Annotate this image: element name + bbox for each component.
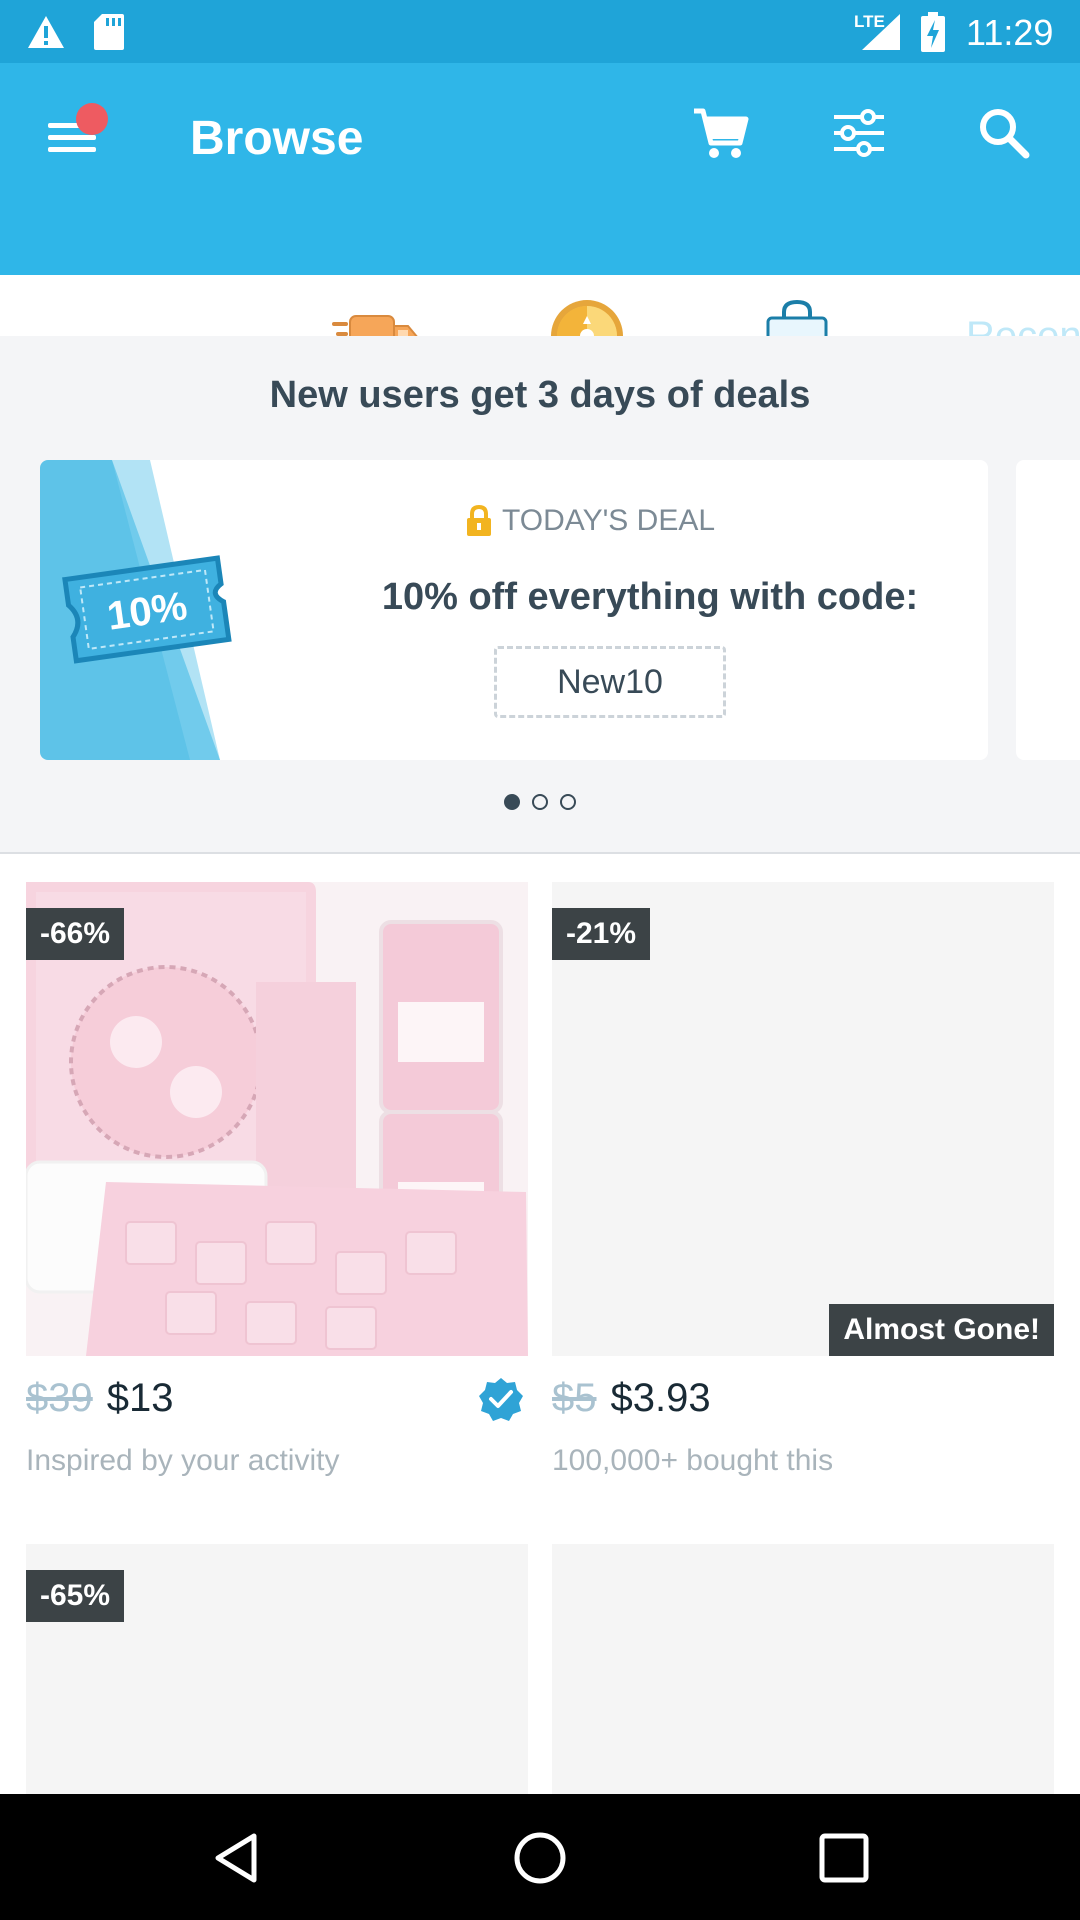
product-card[interactable] [552,1544,1054,1794]
original-price: $39 [26,1376,93,1420]
cart-button[interactable] [690,103,750,163]
search-icon [980,109,1030,159]
deals-heading: New users get 3 days of deals [269,374,811,416]
app-bar: Browse Popular [0,63,1080,399]
product-image[interactable]: -65% [26,1544,528,1794]
sale-price: $13 [106,1376,174,1420]
search-button[interactable] [974,103,1034,163]
back-icon[interactable] [208,1830,264,1886]
carousel-dot [532,794,548,810]
discount-badge: -66% [26,908,125,960]
cart-icon [694,108,749,158]
warning-icon [28,16,64,48]
recent-apps-icon[interactable] [816,1830,872,1886]
verified-check-icon [479,1378,523,1421]
next-deal-card-peek[interactable] [1016,460,1080,760]
product-image[interactable]: -66% [26,882,528,1356]
lock-icon [467,505,491,536]
deal-tag-label: TODAY'S DEAL [502,504,716,537]
network-type-label: LTE [854,12,885,31]
product-card[interactable]: -65% [26,1544,528,1794]
notification-dot [76,103,108,135]
deals-section: New users get 3 days of deals 10% TODAY'… [0,336,1080,854]
product-subtitle: Inspired by your activity [26,1444,340,1477]
carousel-dot [560,794,576,810]
deal-tag: TODAY'S DEAL [466,504,715,538]
home-icon[interactable] [512,1830,568,1886]
deal-description: 10% off everything with code: [381,576,919,618]
product-image[interactable] [552,1544,1054,1794]
price-row: $39 $13 [26,1376,174,1421]
discount-badge: -21% [552,908,651,960]
carousel-dot [504,794,520,810]
page-title: Browse [190,112,364,165]
system-nav-bar [0,1794,1080,1920]
clock: 11:29 [966,12,1054,53]
price-row: $5 $3.93 [552,1376,711,1421]
carousel-indicator [504,794,576,810]
battery-charging-icon [921,12,945,52]
sd-card-icon [94,14,124,50]
deal-card[interactable]: 10% TODAY'S DEAL 10% off everything with… [40,460,988,760]
promo-code[interactable]: New10 [494,646,726,718]
coupon-ticket-icon: 10% [40,460,232,760]
almost-gone-badge: Almost Gone! [829,1304,1054,1356]
filter-button[interactable] [830,103,890,163]
product-card[interactable]: -66% $39 $13 Inspired by your activity [26,882,528,1482]
discount-badge: -65% [26,1570,125,1622]
status-bar: LTE 11:29 [0,0,1080,63]
product-card[interactable]: -21% Almost Gone! $5 $3.93 100,000+ boug… [552,882,1054,1482]
menu-button[interactable] [46,103,108,159]
product-subtitle: 100,000+ bought this [552,1444,834,1477]
product-image[interactable]: -21% Almost Gone! [552,882,1054,1356]
filter-sliders-icon [834,109,884,157]
sale-price: $3.93 [610,1376,711,1420]
original-price: $5 [552,1376,597,1420]
